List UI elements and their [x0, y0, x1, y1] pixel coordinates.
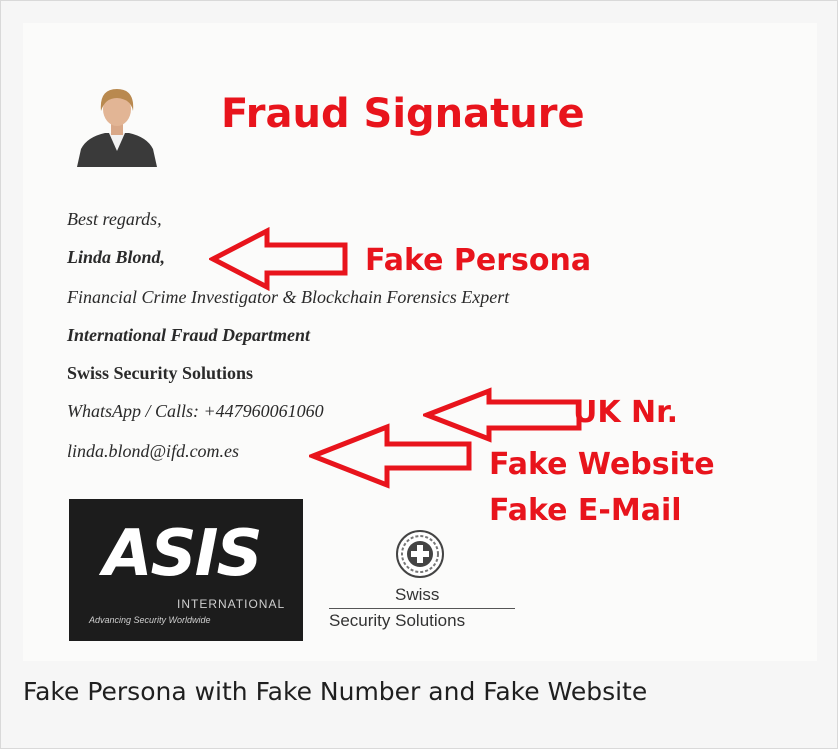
- asis-logo-international: INTERNATIONAL: [177, 597, 286, 611]
- swiss-logo-subtitle: Security Solutions: [329, 611, 466, 630]
- swiss-logo-divider: [329, 608, 515, 609]
- swiss-cross-logo-icon: [396, 530, 444, 578]
- image-frame: Fraud Signature Best regards, Linda Blon…: [0, 0, 838, 749]
- arrow-email-icon: [309, 423, 472, 489]
- annotation-persona: Fake Persona: [365, 243, 592, 278]
- signature-phone: WhatsApp / Calls: +447960061060: [67, 401, 324, 421]
- asis-logo-text: ASIS: [103, 517, 263, 591]
- arrow-persona-icon: [209, 227, 348, 291]
- annotation-website: Fake Website: [489, 447, 715, 482]
- scanned-signature-image: Fraud Signature Best regards, Linda Blon…: [23, 23, 817, 661]
- signature-department: International Fraud Department: [67, 325, 311, 345]
- avatar: [77, 89, 157, 167]
- headline: Fraud Signature: [221, 91, 585, 137]
- signature-company: Swiss Security Solutions: [67, 363, 254, 383]
- annotation-phone: UK Nr.: [573, 395, 679, 430]
- swiss-logo-name: Swiss: [395, 585, 440, 604]
- asis-logo: ASIS INTERNATIONAL Advancing Security Wo…: [69, 499, 303, 641]
- asis-logo-tagline: Advancing Security Worldwide: [89, 615, 211, 625]
- signature-email: linda.blond@ifd.com.es: [67, 441, 240, 461]
- signature-greeting: Best regards,: [67, 209, 162, 229]
- signature-name: Linda Blond,: [67, 247, 166, 267]
- image-caption: Fake Persona with Fake Number and Fake W…: [23, 677, 648, 706]
- annotation-email: Fake E-Mail: [489, 493, 682, 528]
